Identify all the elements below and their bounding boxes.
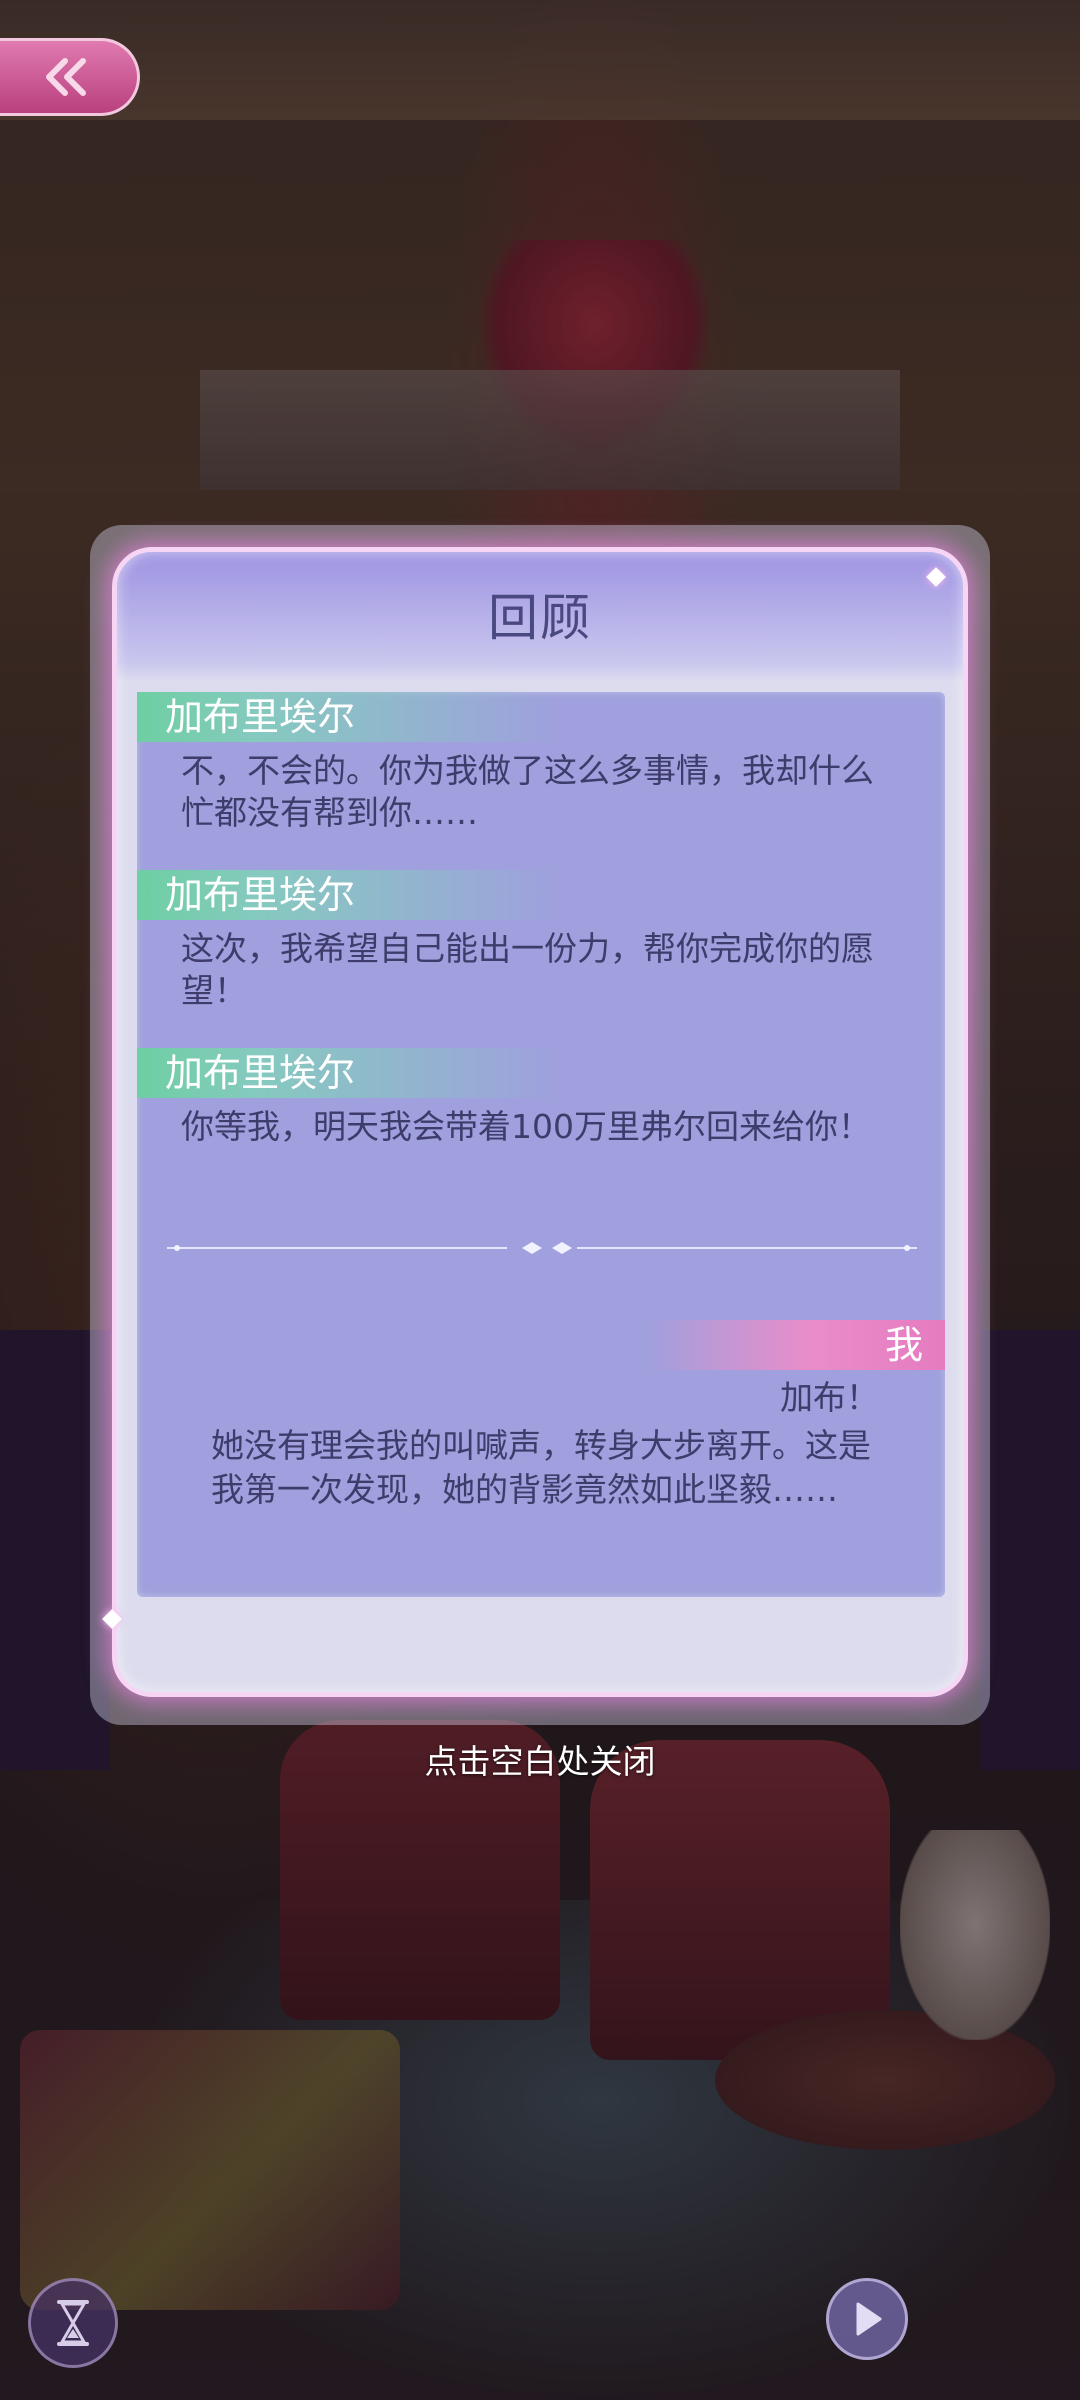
- play-icon: [856, 2302, 882, 2336]
- dialog-line: 不，不会的。你为我做了这么多事情，我却什么忙都没有帮到你……: [181, 751, 874, 832]
- hourglass-icon: [57, 2300, 89, 2346]
- ornamental-divider: [167, 1242, 917, 1254]
- history-button[interactable]: [28, 2278, 118, 2368]
- back-button[interactable]: [0, 38, 140, 116]
- auto-play-button[interactable]: [826, 2278, 908, 2360]
- review-dialog: 回顾 加布里埃尔 不，不会的。你为我做了这么多事情，我却什么忙都没有帮到你…… …: [102, 547, 968, 1697]
- close-hint: 点击空白处关闭: [424, 1742, 656, 1781]
- speaker-name: 加布里埃尔: [165, 1051, 356, 1095]
- narration-text: 她没有理会我的叫喊声，转身大步离开。这是我第一次发现，她的背影竟然如此坚毅……: [211, 1426, 871, 1509]
- double-chevron-left-icon: [45, 58, 86, 96]
- dialog-line: 你等我，明天我会带着100万里弗尔回来给你！: [181, 1107, 871, 1146]
- speaker-name: 加布里埃尔: [165, 873, 356, 917]
- dialog-title: 回顾: [488, 589, 592, 647]
- game-scene[interactable]: 回顾 加布里埃尔 不，不会的。你为我做了这么多事情，我却什么忙都没有帮到你…… …: [0, 0, 1080, 2400]
- dialog-log[interactable]: 加布里埃尔 不，不会的。你为我做了这么多事情，我却什么忙都没有帮到你…… 加布里…: [137, 692, 945, 1597]
- speaker-tag: 加布里埃尔: [137, 1048, 557, 1098]
- speaker-tag: 加布里埃尔: [137, 870, 557, 920]
- player-speaker-tag: 我: [645, 1320, 945, 1370]
- speaker-name: 加布里埃尔: [165, 695, 356, 739]
- player-speaker-name: 我: [884, 1323, 923, 1367]
- speaker-tag: 加布里埃尔: [137, 692, 557, 742]
- player-dialog-line: 加布！: [780, 1378, 879, 1417]
- dialog-line: 这次，我希望自己能出一份力，帮你完成你的愿望！: [181, 929, 874, 1010]
